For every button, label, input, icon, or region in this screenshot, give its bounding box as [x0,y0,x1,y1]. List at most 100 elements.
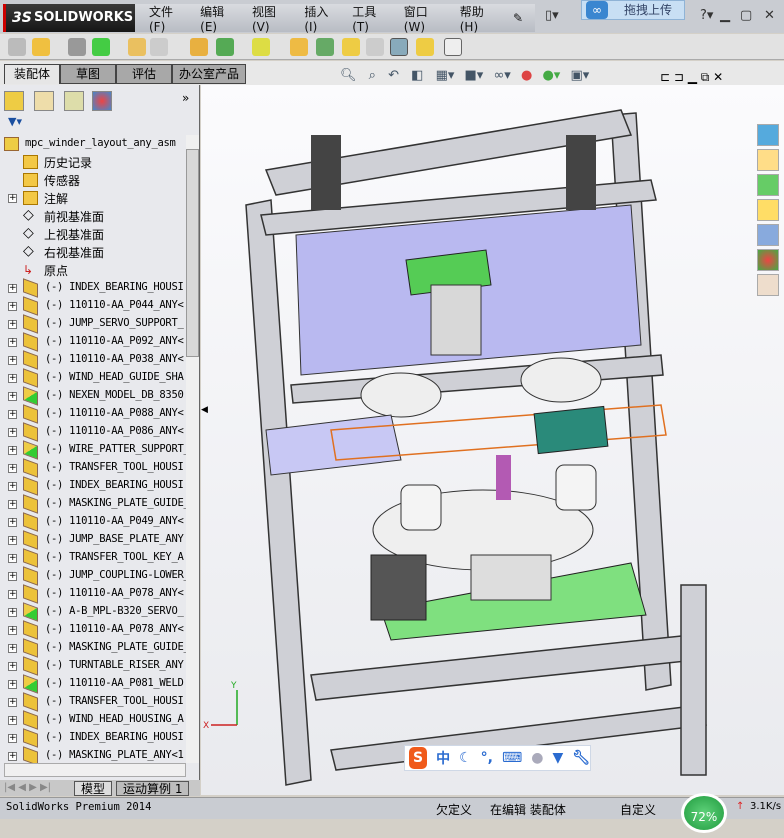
mate-icon[interactable] [68,38,86,56]
expand-icon[interactable]: + [8,518,17,527]
component-row[interactable]: + (-) 110110-AA_P092_ANY< [0,332,186,352]
expand-icon[interactable]: + [8,320,17,329]
configuration-manager-tab-icon[interactable] [64,91,84,111]
scene-icon[interactable]: ●▾ [542,68,560,83]
expand-icon[interactable]: + [8,680,17,689]
new-motion-study-icon[interactable] [290,38,308,56]
component-row[interactable]: + (-) INDEX_BEARING_HOUSI [0,728,186,748]
property-manager-tab-icon[interactable] [34,91,54,111]
zoom-area-icon[interactable]: ⌕ [369,68,376,83]
filter-icon[interactable]: ▼▾ [8,115,22,128]
file-explorer-icon[interactable] [757,199,779,221]
component-row[interactable]: + (-) 110110-AA_P078_ANY< [0,584,186,604]
component-row[interactable]: + (-) MASKING_PLATE_GUIDE_ [0,638,186,658]
expand-icon[interactable]: + [8,626,17,635]
resources-icon[interactable] [757,124,779,146]
menu-file[interactable]: 文件(F) [149,3,188,34]
component-row[interactable]: + (-) TRANSFER_TOOL_HOUSI [0,692,186,712]
expand-icon[interactable]: + [8,302,17,311]
assembly-features-icon[interactable] [216,38,234,56]
view-palette-icon[interactable] [757,224,779,246]
smart-fasteners-icon[interactable] [128,38,146,56]
component-row[interactable]: + (-) 110110-AA_P081_WELD [0,674,186,694]
ime-mode[interactable]: 中 [436,748,450,768]
expand-icon[interactable]: + [8,644,17,653]
component-row[interactable]: + (-) JUMP_COUPLING-LOWER_ [0,566,186,586]
menu-edit[interactable]: 编辑(E) [200,3,240,34]
appearance-icon[interactable]: ● [521,68,532,83]
sogou-logo[interactable]: S [409,747,428,769]
component-row[interactable]: + (-) 110110-AA_P078_ANY< [0,620,186,640]
expand-icon[interactable]: + [8,338,17,347]
expand-icon[interactable]: + [8,464,17,473]
network-gauge[interactable]: 72% [681,793,727,833]
tab-evaluate[interactable]: 评估 [116,64,172,84]
expand-icon[interactable]: + [8,428,17,437]
expand-icon[interactable]: + [8,590,17,599]
explode-line-sketch-icon[interactable] [366,38,384,56]
keyboard-icon[interactable]: ⌨ [502,750,522,766]
insert-component-icon[interactable] [8,38,26,56]
expand-icon[interactable]: + [8,284,17,293]
tab-assembly[interactable]: 装配体 [4,64,60,84]
zoom-to-fit-icon[interactable]: 🔍︎ [340,68,357,83]
interference-detection-icon[interactable] [390,38,408,56]
tab-sketch[interactable]: 草图 [60,64,116,84]
component-row[interactable]: + (-) TRANSFER_TOOL_KEY_A [0,548,186,568]
tree-item[interactable]: 历史记录 [0,153,186,171]
pin-icon[interactable]: ✎ [513,11,523,25]
expand-icon[interactable]: + [8,716,17,725]
feature-manager-tab-icon[interactable] [4,91,24,111]
menu-window[interactable]: 窗口(W) [404,3,448,34]
component-row[interactable]: + (-) WIRE_PATTER_SUPPORT_ [0,440,186,460]
menu-view[interactable]: 视图(V) [252,3,292,34]
tab-motion-study[interactable]: 运动算例 1 [116,781,190,796]
menu-insert[interactable]: 插入(I) [304,3,340,34]
tree-item[interactable]: ↳ 原点 [0,261,186,279]
expand-icon[interactable]: + [8,392,17,401]
expand-icon[interactable]: + [8,536,17,545]
component-row[interactable]: + (-) JUMP_BASE_PLATE_ANY [0,530,186,550]
tab-office-products[interactable]: 办公室产品 [172,64,246,84]
menu-tools[interactable]: 工具(T) [352,3,392,34]
tree-item[interactable]: ◇ 前视基准面 [0,207,186,225]
scroll-thumb[interactable] [186,149,199,357]
viewport-window-controls[interactable]: ⊏ ⊐ ▁ ⧉ ✕ [660,70,723,85]
clearance-verification-icon[interactable] [416,38,434,56]
wrench-icon[interactable]: 🔧︎ [572,750,590,766]
moon-icon[interactable]: ☾ [459,750,472,766]
display-style-icon[interactable]: ■▾ [465,68,484,83]
appearances-icon[interactable] [757,249,779,271]
new-doc-icon[interactable]: ▯▾ [545,8,559,23]
expand-chevron-icon[interactable]: » [182,91,189,105]
move-component-icon[interactable] [150,38,168,56]
view-settings-icon[interactable]: ▣▾ [570,68,589,83]
show-hidden-icon[interactable] [190,38,208,56]
expand-icon[interactable]: + [8,500,17,509]
home-icon[interactable] [757,149,779,171]
component-row[interactable]: + (-) 110110-AA_P086_ANY< [0,422,186,442]
tab-nav-arrows[interactable]: |◀ ◀ ▶ ▶| [4,782,51,793]
expand-icon[interactable]: + [8,410,17,419]
tree-item[interactable]: ◇ 右视基准面 [0,243,186,261]
graphics-area[interactable]: Y X [201,85,784,795]
bill-of-materials-icon[interactable] [316,38,334,56]
panel-collapse-icon[interactable]: ◀ [201,405,208,415]
menu-help[interactable]: 帮助(H) [460,3,501,34]
expand-icon[interactable]: + [8,482,17,491]
user-icon[interactable]: ● [531,750,543,766]
maximize-button[interactable]: ▢ [740,8,752,23]
solidworks-logo[interactable]: 3S SOLIDWORKS [3,4,135,32]
expand-icon[interactable]: + [8,662,17,671]
custom-properties-icon[interactable] [757,274,779,296]
component-row[interactable]: + (-) 110110-AA_P049_ANY< [0,512,186,532]
exploded-view-icon[interactable] [342,38,360,56]
instant3d-icon[interactable] [444,38,462,56]
expand-icon[interactable]: + [8,356,17,365]
previous-view-icon[interactable]: ↶ [388,68,399,83]
expand-icon[interactable]: + [8,374,17,383]
upload-popup[interactable]: ∞ 拖拽上传 [581,0,685,20]
component-row[interactable]: + (-) JUMP_SERVO_SUPPORT_ [0,314,186,334]
component-row[interactable]: + (-) 110110-AA_P088_ANY< [0,404,186,424]
skin-icon[interactable]: ▼ [552,750,563,766]
